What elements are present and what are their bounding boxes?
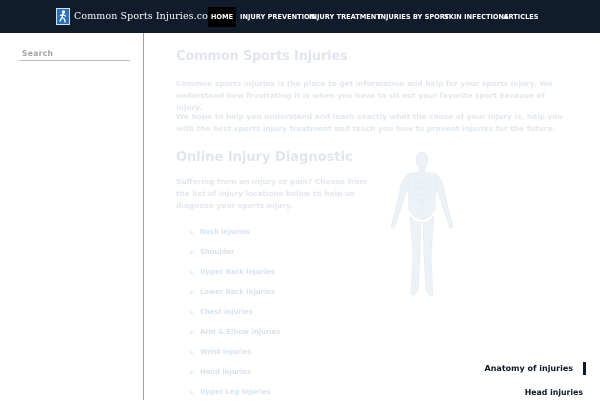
intro-p2-text-mid: and teach you how to <box>331 124 427 133</box>
injury-link[interactable]: Chest injuries <box>200 308 253 316</box>
intro-paragraph-2: We hope to help you understand and learn… <box>176 111 566 135</box>
list-item[interactable]: Hand injuries <box>190 362 280 382</box>
bullet-icon <box>190 290 193 294</box>
bullet-icon <box>190 310 193 314</box>
sports-injury-treatment-link[interactable]: sports injury treatment <box>234 124 332 133</box>
site-logo[interactable]: Common Sports Injuries.com <box>56 7 217 26</box>
injury-link[interactable]: Hand injuries <box>200 368 251 376</box>
intro-p2-text-end: for the future. <box>493 124 556 133</box>
diagnostic-intro: Suffering from an injury or pain? Choose… <box>176 177 368 210</box>
injury-link[interactable]: Arm & Elbow injuries <box>200 328 280 336</box>
injury-link[interactable]: Wrist injuries <box>200 348 251 356</box>
runner-icon <box>56 8 70 25</box>
list-item[interactable]: Chest injuries <box>190 302 280 322</box>
injury-link[interactable]: Shoulder <box>200 248 234 256</box>
injury-link[interactable]: Lower Back injuries <box>200 288 275 296</box>
nav-skin-infections[interactable]: SKIN INFECTIONS <box>444 7 509 27</box>
site-name: Common Sports Injuries.com <box>74 11 218 22</box>
nav-home[interactable]: HOME <box>208 7 236 27</box>
list-item[interactable]: Arm & Elbow injuries <box>190 322 280 342</box>
sidebar-item-head-injuries[interactable]: Head injuries <box>525 388 583 397</box>
list-item[interactable]: Lower Back injuries <box>190 282 280 302</box>
diagnostic-title: Online Injury Diagnostic <box>176 150 353 165</box>
bullet-icon <box>190 370 193 374</box>
injury-link[interactable]: Neck injuries <box>200 228 250 236</box>
bullet-icon <box>190 330 193 334</box>
nav-injuries-by-sport[interactable]: INJURIES BY SPORT <box>378 7 449 27</box>
injury-location-list: Neck injuries Shoulder Upper Back injuri… <box>190 222 280 402</box>
injury-link[interactable]: Upper Leg injuries <box>200 388 270 396</box>
list-item[interactable]: Upper Back injuries <box>190 262 280 282</box>
search-input[interactable]: Search <box>22 49 53 58</box>
bullet-icon <box>190 270 193 274</box>
list-item[interactable]: Wrist injuries <box>190 342 280 362</box>
human-body-diagram[interactable] <box>384 150 460 300</box>
sidebar-section-title: Anatomy of injuries <box>485 362 586 375</box>
prevent-injuries-link[interactable]: prevent injuries <box>427 124 493 133</box>
search-underline <box>19 60 130 61</box>
list-item[interactable]: Shoulder <box>190 242 280 262</box>
nav-injury-treatment[interactable]: INJURY TREATMENT <box>309 7 381 27</box>
nav-articles[interactable]: ARTICLES <box>503 7 539 27</box>
list-item[interactable]: Upper Leg injuries <box>190 382 280 402</box>
bullet-icon <box>190 390 193 394</box>
nav-injury-prevention[interactable]: INJURY PREVENTION <box>240 7 315 27</box>
bullet-icon <box>190 250 193 254</box>
top-navigation-bar: Common Sports Injuries.com HOME INJURY P… <box>0 0 600 33</box>
bullet-icon <box>190 230 193 234</box>
injury-link[interactable]: Upper Back injuries <box>200 268 275 276</box>
sidebar <box>0 33 144 400</box>
page-title: Common Sports Injuries <box>176 49 348 64</box>
bullet-icon <box>190 350 193 354</box>
intro-paragraph-1: Common sports injuries is the place to g… <box>176 79 553 112</box>
list-item[interactable]: Neck injuries <box>190 222 280 242</box>
